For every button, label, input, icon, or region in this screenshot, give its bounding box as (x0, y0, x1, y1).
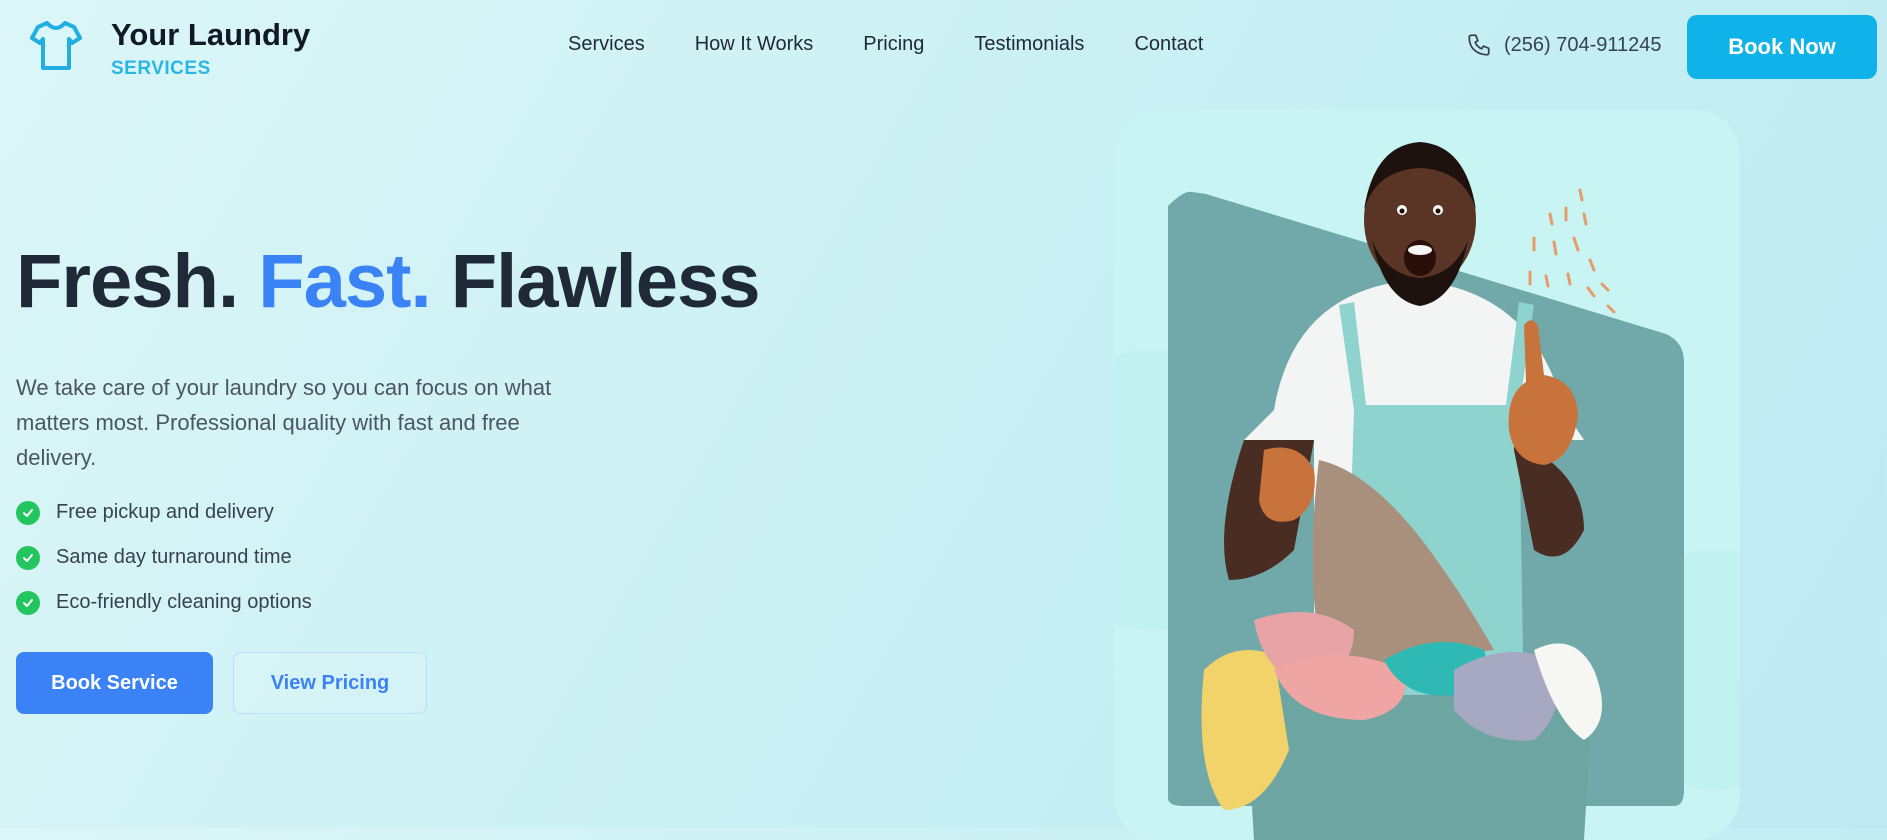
main-nav: Services How It Works Pricing Testimonia… (568, 33, 1253, 56)
feature-item: Free pickup and delivery (16, 490, 312, 535)
phone-icon (1468, 34, 1490, 56)
book-now-button[interactable]: Book Now (1687, 15, 1877, 79)
check-circle-icon (16, 500, 40, 525)
check-circle-icon (16, 545, 40, 570)
tshirt-icon (30, 21, 82, 70)
phone-link[interactable]: (256) 704-911245 (1466, 32, 1662, 58)
hero-description: We take care of your laundry so you can … (16, 375, 552, 470)
feature-label: Free pickup and delivery (56, 501, 274, 523)
nav-services[interactable]: Services (568, 33, 645, 56)
site-header: Your Laundry SERVICES Services How It Wo… (0, 0, 1887, 96)
hero-image-card (1114, 110, 1740, 840)
feature-label: Same day turnaround time (56, 546, 292, 568)
nav-contact[interactable]: Contact (1134, 33, 1203, 56)
nav-how-it-works[interactable]: How It Works (695, 33, 814, 56)
feature-list: Free pickup and delivery Same day turnar… (16, 490, 312, 625)
feature-label: Eco-friendly cleaning options (56, 591, 312, 613)
view-pricing-button[interactable]: View Pricing (233, 652, 427, 714)
check-circle-icon (16, 590, 40, 615)
hero-title-fresh: Fresh. (16, 239, 239, 324)
hero-photo (1114, 142, 1740, 840)
hero-title: Fresh. Fast. Flawless (16, 238, 761, 325)
brand-subtitle: SERVICES (111, 58, 211, 79)
nav-pricing[interactable]: Pricing (863, 33, 924, 56)
hero-title-fast: Fast. (258, 239, 431, 324)
phone-number: (256) 704-911245 (1504, 33, 1662, 56)
feature-item: Eco-friendly cleaning options (16, 580, 312, 625)
brand-name: Your Laundry (111, 17, 311, 52)
hero-title-flawless: Flawless (450, 239, 761, 324)
book-service-button[interactable]: Book Service (16, 652, 213, 714)
feature-item: Same day turnaround time (16, 535, 312, 580)
logo[interactable]: Your Laundry SERVICES (30, 18, 310, 79)
nav-testimonials[interactable]: Testimonials (974, 33, 1084, 56)
